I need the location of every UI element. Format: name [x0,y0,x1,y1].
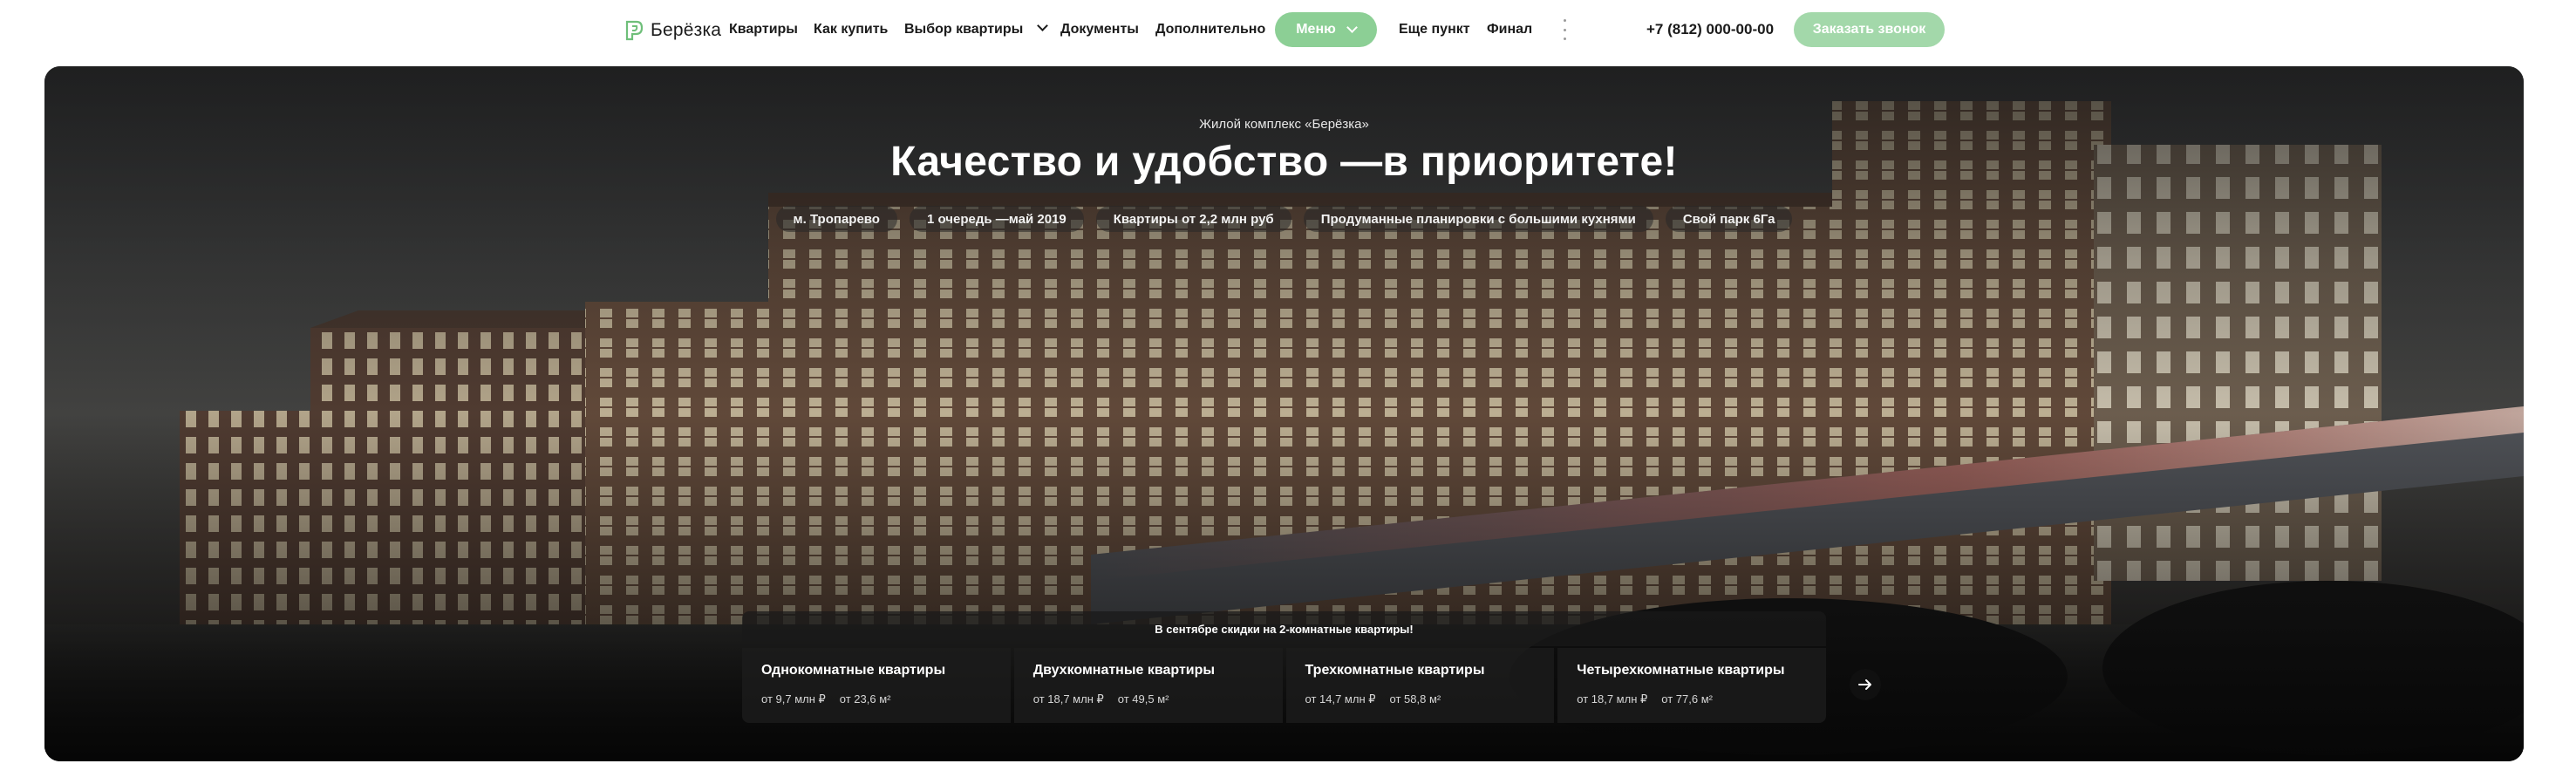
apartment-card-title: Однокомнатные квартиры [761,663,946,678]
chip-metro: м. Тропарево [775,206,897,232]
hero-banner: Жилой комплекс «Берёзка» Качество и удоб… [44,66,2524,761]
phone-link[interactable]: +7 (812) 000-00-00 [1646,21,1774,38]
apartment-card-price: от 9,7 млн ₽ [761,692,826,706]
apartment-card-2-room[interactable]: Двухкомнатные квартиры от 18,7 млн ₽ от … [1013,648,1283,723]
apartment-card-price: от 14,7 млн ₽ [1305,692,1376,706]
site-header: Берёзка Квартиры Как купить Выбор кварти… [0,0,2576,61]
apartment-card-price: от 18,7 млн ₽ [1577,692,1648,706]
apartment-card-1-room[interactable]: Однокомнатные квартиры от 9,7 млн ₽ от 2… [742,648,1011,723]
chevron-down-icon [1037,20,1049,31]
apartment-card-title: Двухкомнатные квартиры [1032,663,1216,678]
nav-item-choose-apartment[interactable]: Выбор квартиры [904,20,1049,38]
apartment-card-meta: от 18,7 млн ₽ от 77,6 м² [1577,692,1807,706]
apartment-cards: Однокомнатные квартиры от 9,7 млн ₽ от 2… [742,648,1826,723]
nav-item-final[interactable]: Финал [1487,21,1532,38]
apartment-card-meta: от 18,7 млн ₽ от 49,5 м² [1033,692,1264,706]
chip-layouts: Продуманные планировки с большими кухням… [1303,206,1653,232]
request-call-button[interactable]: Заказать звонок [1794,12,1945,47]
apartment-card-meta: от 14,7 млн ₽ от 58,8 м² [1305,692,1536,706]
apartment-card-area: от 49,5 м² [1117,692,1169,706]
chevron-down-icon [1346,21,1358,33]
apartment-card-area: от 23,6 м² [839,692,891,706]
apartment-card-title: Четырехкомнатные квартиры [1577,663,1785,678]
menu-button-label: Меню [1296,22,1336,37]
nav-item-documents[interactable]: Документы [1060,21,1139,38]
more-vertical-icon[interactable] [1562,19,1567,40]
hero-eyebrow: Жилой комплекс «Берёзка» [1199,117,1369,132]
arrow-right-icon [1858,679,1871,690]
nav-item-how-to-buy[interactable]: Как купить [814,21,888,38]
next-slide-button[interactable] [1850,669,1881,700]
feature-chips: м. Тропарево 1 очередь —май 2019 Квартир… [44,206,2524,232]
leaf-logo-icon [624,19,644,42]
menu-button[interactable]: Меню [1275,12,1377,47]
apartment-card-area: от 58,8 м² [1389,692,1441,706]
nav-item-additional[interactable]: Дополнительно [1155,21,1265,38]
nav-item-choose-apartment-label: Выбор квартиры [904,22,1024,37]
chip-price: Квартиры от 2,2 млн руб [1095,206,1291,232]
logo[interactable]: Берёзка [624,16,721,45]
apartment-card-title: Трехкомнатные квартиры [1305,663,1485,678]
promo-banner[interactable]: В сентябре скидки на 2-комнатные квартир… [742,611,1826,646]
nav-item-apartments[interactable]: Квартиры [729,21,798,38]
apartment-card-area: от 77,6 м² [1661,692,1713,706]
nav-item-more[interactable]: Еще пункт [1399,21,1470,38]
chip-stage: 1 очередь —май 2019 [909,206,1084,232]
logo-text: Берёзка [651,20,722,40]
hero-title: Качество и удобство —в приоритете! [890,139,1678,185]
apartment-card-3-room[interactable]: Трехкомнатные квартиры от 14,7 млн ₽ от … [1285,648,1555,723]
chip-park: Свой парк 6Га [1665,206,1793,232]
apartment-card-4-room[interactable]: Четырехкомнатные квартиры от 18,7 млн ₽ … [1557,648,1826,723]
apartment-card-meta: от 9,7 млн ₽ от 23,6 м² [761,692,992,706]
apartment-card-price: от 18,7 млн ₽ [1032,692,1104,706]
